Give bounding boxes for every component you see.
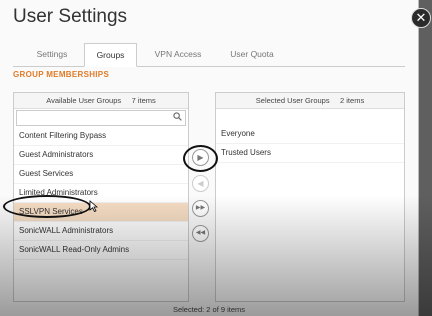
available-search-input[interactable] [16,110,186,126]
tab-groups[interactable]: Groups [84,43,137,67]
list-item[interactable]: Everyone [216,125,404,144]
list-item[interactable]: Trusted Users [216,144,404,163]
remove-all-button[interactable]: ◀◀ [192,225,209,242]
selected-groups-title: Selected User Groups [255,96,330,105]
annotation-circle [3,195,91,218]
annotation-circle [183,145,218,172]
list-item[interactable]: Content Filtering Bypass [14,127,188,146]
tab-settings[interactable]: Settings [23,43,81,66]
close-icon[interactable]: ✕ [411,8,431,28]
selected-groups-count: 2 items [340,96,365,105]
tab-bar: Settings Groups VPN Access User Quota [13,43,405,67]
selected-groups-list: Everyone Trusted Users [216,125,404,163]
add-all-button[interactable]: ▶▶ [192,200,209,217]
selection-status: Selected: 2 of 9 items [172,305,246,314]
search-icon [173,112,182,123]
list-item[interactable]: SonicWALL Administrators [14,222,188,241]
dialog-title: User Settings [13,6,128,27]
pointer-cursor-icon [89,200,99,215]
available-groups-title: Available User Groups [46,96,122,105]
list-item[interactable]: Guest Services [14,165,188,184]
tab-user-quota[interactable]: User Quota [219,43,285,66]
tab-vpn-access[interactable]: VPN Access [141,43,215,66]
selected-groups-panel: Selected User Groups 2 items Everyone Tr… [215,92,405,302]
selected-groups-header: Selected User Groups 2 items [216,93,404,109]
remove-selected-button[interactable]: ◀ [192,175,209,192]
section-title: GROUP MEMBERSHIPS [13,70,110,79]
available-groups-list: Content Filtering Bypass Guest Administr… [14,127,188,260]
list-item[interactable]: Guest Administrators [14,146,188,165]
list-item[interactable]: SonicWALL Read-Only Admins [14,241,188,260]
available-groups-count: 7 items [131,96,156,105]
available-groups-header: Available User Groups 7 items [14,93,188,109]
